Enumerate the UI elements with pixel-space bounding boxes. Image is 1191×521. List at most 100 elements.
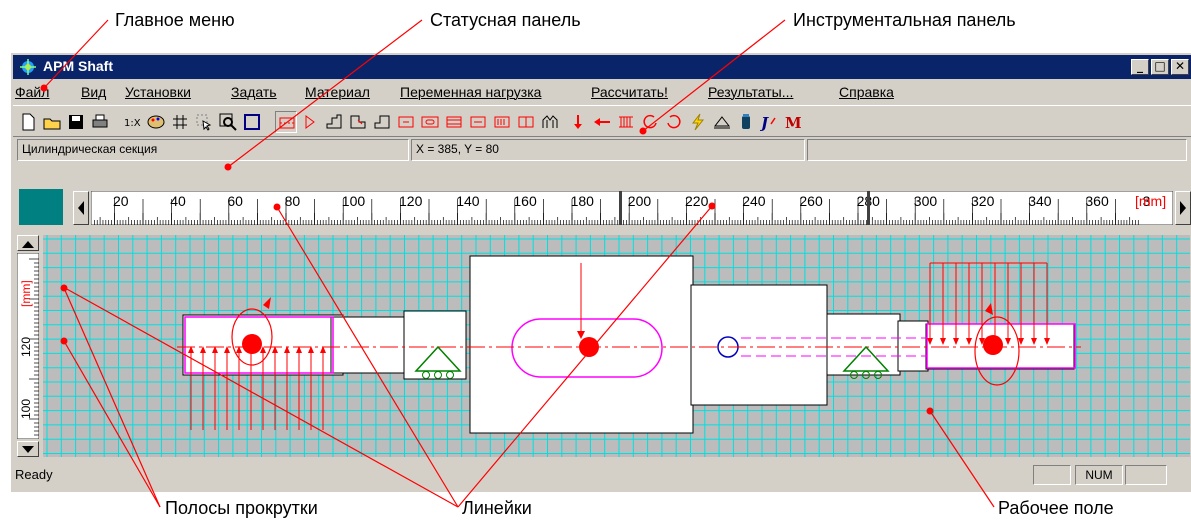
status-box-num: NUM bbox=[1075, 465, 1123, 485]
main-menu-bar: Файл Вид Установки Задать Материал Перем… bbox=[13, 81, 1191, 103]
scroll-down-button[interactable] bbox=[17, 441, 39, 457]
open-folder-icon[interactable] bbox=[41, 111, 63, 133]
minimize-button[interactable]: _ bbox=[1131, 59, 1149, 75]
color-swatch[interactable] bbox=[19, 189, 63, 225]
palette-icon[interactable] bbox=[145, 111, 167, 133]
ready-text: Ready bbox=[15, 467, 53, 482]
zoom-icon[interactable] bbox=[217, 111, 239, 133]
svg-text:J: J bbox=[760, 114, 769, 132]
menu-material[interactable]: Материал bbox=[305, 84, 370, 100]
ring-icon[interactable] bbox=[515, 111, 537, 133]
cone-section-icon[interactable] bbox=[299, 111, 321, 133]
ruler-label: 220 bbox=[685, 193, 709, 209]
ruler-label: 100 bbox=[342, 193, 366, 209]
moment-arrow-head bbox=[985, 303, 993, 315]
status-section-text: Цилиндрическая секция bbox=[22, 142, 158, 156]
status-coords-text: X = 385, Y = 80 bbox=[416, 142, 499, 156]
step-both-icon[interactable] bbox=[371, 111, 393, 133]
print-icon[interactable] bbox=[89, 111, 111, 133]
bearing-icon[interactable] bbox=[735, 111, 757, 133]
lightning-icon[interactable] bbox=[687, 111, 709, 133]
shaft-assembly bbox=[177, 255, 1081, 434]
horizontal-ruler: 2040608010012014016018020022024026028030… bbox=[91, 191, 1173, 225]
spline-icon[interactable] bbox=[443, 111, 465, 133]
step-right-icon[interactable] bbox=[347, 111, 369, 133]
ruler-label: 80 bbox=[285, 193, 301, 209]
arrow-left-icon bbox=[78, 201, 84, 215]
menu-results[interactable]: Результаты... bbox=[708, 84, 793, 100]
shaft-section bbox=[330, 316, 407, 374]
ruler-label: 200 bbox=[628, 193, 652, 209]
save-icon[interactable] bbox=[65, 111, 87, 133]
annotation-rulers: Линейки bbox=[462, 498, 532, 518]
ruler-unit: [mm] bbox=[1135, 193, 1166, 209]
grid-icon[interactable] bbox=[169, 111, 191, 133]
vertical-ruler: [mm] 120 100 bbox=[17, 253, 39, 439]
horizontal-ruler-bar[interactable]: 2040608010012014016018020022024026028030… bbox=[73, 189, 1191, 227]
status-box-caps bbox=[1033, 465, 1071, 485]
bending-icon[interactable]: J bbox=[759, 111, 781, 133]
shaft-section bbox=[403, 310, 467, 380]
moment-cw-icon[interactable] bbox=[663, 111, 685, 133]
maximize-button[interactable]: □ bbox=[1151, 59, 1169, 75]
mass-icon[interactable]: M bbox=[783, 111, 805, 133]
frame-icon[interactable] bbox=[241, 111, 263, 133]
vertical-ruler-bar[interactable]: [mm] 120 100 bbox=[17, 235, 39, 457]
status-section-panel: Цилиндрическая секция bbox=[17, 139, 409, 161]
force-left-icon[interactable] bbox=[591, 111, 613, 133]
thread-icon[interactable] bbox=[467, 111, 489, 133]
ruler-label: 300 bbox=[914, 193, 938, 209]
menu-view[interactable]: Вид bbox=[81, 84, 106, 100]
pattern-icon[interactable] bbox=[539, 111, 561, 133]
menu-variable-load[interactable]: Переменная нагрузка bbox=[400, 84, 541, 100]
ruler-label: 60 bbox=[227, 193, 243, 209]
menu-settings[interactable]: Установки bbox=[125, 84, 191, 100]
groove-icon[interactable] bbox=[395, 111, 417, 133]
annotation-toolbar: Инструментальная панель bbox=[793, 10, 1016, 30]
close-button[interactable]: ✕ bbox=[1171, 59, 1189, 75]
ruler-scroll-thumb bbox=[619, 191, 622, 225]
annotation-scrollbars: Полосы прокрутки bbox=[165, 498, 318, 518]
title-bar[interactable]: APM Shaft _ □ ✕ bbox=[13, 55, 1191, 79]
menu-help[interactable]: Справка bbox=[839, 84, 894, 100]
cylinder-section-icon[interactable] bbox=[275, 111, 297, 133]
moment-ccw-icon[interactable] bbox=[639, 111, 661, 133]
num-indicator: NUM bbox=[1085, 468, 1113, 482]
workspace-canvas[interactable] bbox=[43, 235, 1190, 457]
ruler-label: 360 bbox=[1085, 193, 1109, 209]
new-file-icon[interactable] bbox=[17, 111, 39, 133]
ruler-label: 340 bbox=[1028, 193, 1052, 209]
shaft-drawing bbox=[43, 235, 1190, 457]
annotation-main-menu: Главное меню bbox=[115, 10, 235, 30]
support-icon[interactable] bbox=[711, 111, 733, 133]
status-coords-panel: X = 385, Y = 80 bbox=[411, 139, 805, 161]
arrow-down-icon bbox=[22, 446, 34, 453]
key-slot-icon[interactable] bbox=[419, 111, 441, 133]
load-point bbox=[242, 334, 262, 354]
gear-section-icon[interactable] bbox=[491, 111, 513, 133]
step-left-icon[interactable] bbox=[323, 111, 345, 133]
bottom-status-bar: Ready NUM bbox=[11, 461, 1191, 489]
ruler-label: 160 bbox=[513, 193, 537, 209]
ruler-label: 120 bbox=[19, 337, 33, 357]
shaft-section bbox=[897, 320, 929, 372]
status-extra-panel bbox=[807, 139, 1187, 161]
menu-define[interactable]: Задать bbox=[231, 84, 277, 100]
moment-arrow-head bbox=[263, 297, 271, 309]
window-title: APM Shaft bbox=[43, 58, 113, 74]
status-box-scroll bbox=[1125, 465, 1167, 485]
force-down-icon[interactable] bbox=[567, 111, 589, 133]
menu-file[interactable]: Файл bbox=[15, 84, 49, 100]
annotation-status-panel: Статусная панель bbox=[430, 10, 581, 30]
ruler-label: 100 bbox=[19, 399, 33, 419]
scroll-right-button[interactable] bbox=[1175, 191, 1191, 225]
scroll-up-button[interactable] bbox=[17, 235, 39, 251]
menu-calculate[interactable]: Рассчитать! bbox=[591, 84, 668, 100]
select-cursor-icon[interactable] bbox=[193, 111, 215, 133]
distributed-load-icon[interactable] bbox=[615, 111, 637, 133]
ruler-label: 320 bbox=[971, 193, 995, 209]
app-icon bbox=[20, 59, 36, 75]
ruler-label: 120 bbox=[399, 193, 423, 209]
scale-1x-icon[interactable]: 1:X bbox=[121, 111, 143, 133]
scroll-left-button[interactable] bbox=[73, 191, 89, 225]
